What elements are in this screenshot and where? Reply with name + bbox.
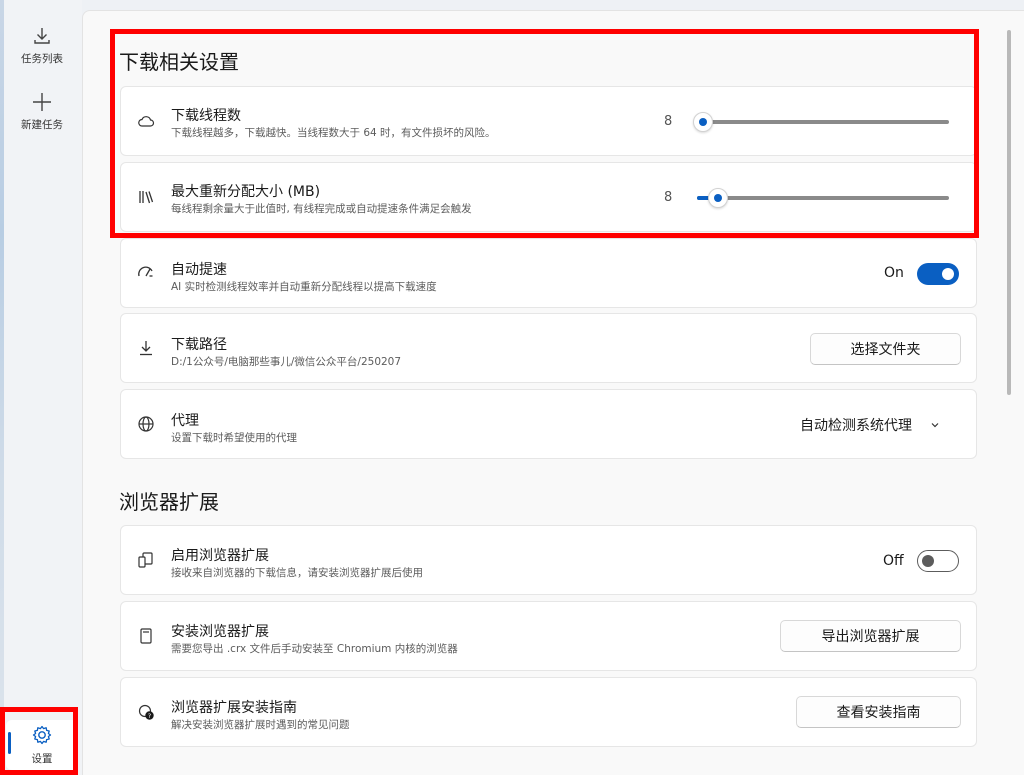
- globe-icon: [138, 416, 154, 432]
- device-link-icon: [138, 552, 153, 568]
- auto-speed-title: 自动提速: [171, 262, 227, 278]
- path-desc: D:/1公众号/电脑那些事儿/微信公众平台/250207: [171, 356, 402, 368]
- guide-title: 浏览器扩展安装指南: [171, 700, 297, 716]
- enable-ext-toggle[interactable]: [917, 550, 959, 572]
- setting-card-install-extension: 安装浏览器扩展 需要您导出 .crx 文件后手动安装至 Chromium 内核的…: [120, 601, 977, 671]
- section-title-browser: 浏览器扩展: [119, 490, 219, 514]
- setting-card-install-guide: ? 浏览器扩展安装指南 解决安装浏览器扩展时遇到的常见问题 查看安装指南: [120, 677, 977, 747]
- speed-gauge-icon: [138, 266, 153, 277]
- download-icon: [34, 28, 50, 44]
- install-ext-desc: 需要您导出 .crx 文件后手动安装至 Chromium 内核的浏览器: [171, 643, 458, 655]
- scrollbar[interactable]: [1007, 30, 1011, 395]
- enable-ext-state: Off: [883, 553, 904, 569]
- proxy-dropdown[interactable]: 自动检测系统代理: [800, 409, 965, 441]
- setting-card-auto-speed: 自动提速 AI 实时检测线程效率并自动重新分配线程以提高下载速度 On: [120, 238, 977, 308]
- chevron-down-icon: [931, 423, 939, 428]
- auto-speed-toggle[interactable]: [917, 263, 959, 285]
- highlight-box-settings-nav: [0, 707, 78, 775]
- window-edge: [0, 0, 4, 775]
- nav-sidebar: 任务列表 新建任务 设置: [0, 0, 82, 775]
- tablet-icon: [140, 628, 152, 644]
- setting-card-enable-extension: 启用浏览器扩展 接收来自浏览器的下载信息，请安装浏览器扩展后使用 Off: [120, 525, 977, 595]
- setting-card-proxy: 代理 设置下载时希望使用的代理 自动检测系统代理: [120, 389, 977, 459]
- nav-tasks-label: 任务列表: [21, 53, 63, 65]
- proxy-selected: 自动检测系统代理: [800, 418, 912, 434]
- proxy-title: 代理: [171, 413, 199, 429]
- nav-new-task-label: 新建任务: [21, 119, 63, 131]
- plus-icon: [33, 93, 51, 111]
- nav-item-tasks[interactable]: 任务列表: [6, 18, 78, 74]
- highlight-box-download: [110, 29, 979, 238]
- svg-text:?: ?: [148, 712, 151, 720]
- setting-card-path: 下载路径 D:/1公众号/电脑那些事儿/微信公众平台/250207 选择文件夹: [120, 313, 977, 383]
- help-badge-icon: ?: [138, 704, 154, 720]
- view-guide-button[interactable]: 查看安装指南: [796, 696, 961, 728]
- proxy-desc: 设置下载时希望使用的代理: [171, 432, 297, 444]
- install-ext-title: 安装浏览器扩展: [171, 624, 269, 640]
- export-extension-button[interactable]: 导出浏览器扩展: [780, 620, 961, 652]
- download-icon: [140, 341, 152, 356]
- auto-speed-state: On: [884, 265, 904, 281]
- guide-desc: 解决安装浏览器扩展时遇到的常见问题: [171, 719, 350, 731]
- choose-folder-button[interactable]: 选择文件夹: [810, 333, 961, 365]
- auto-speed-desc: AI 实时检测线程效率并自动重新分配线程以提高下载速度: [171, 281, 437, 293]
- path-title: 下载路径: [171, 337, 227, 353]
- enable-ext-desc: 接收来自浏览器的下载信息，请安装浏览器扩展后使用: [171, 567, 423, 579]
- enable-ext-title: 启用浏览器扩展: [171, 548, 269, 564]
- nav-item-new-task[interactable]: 新建任务: [6, 84, 78, 140]
